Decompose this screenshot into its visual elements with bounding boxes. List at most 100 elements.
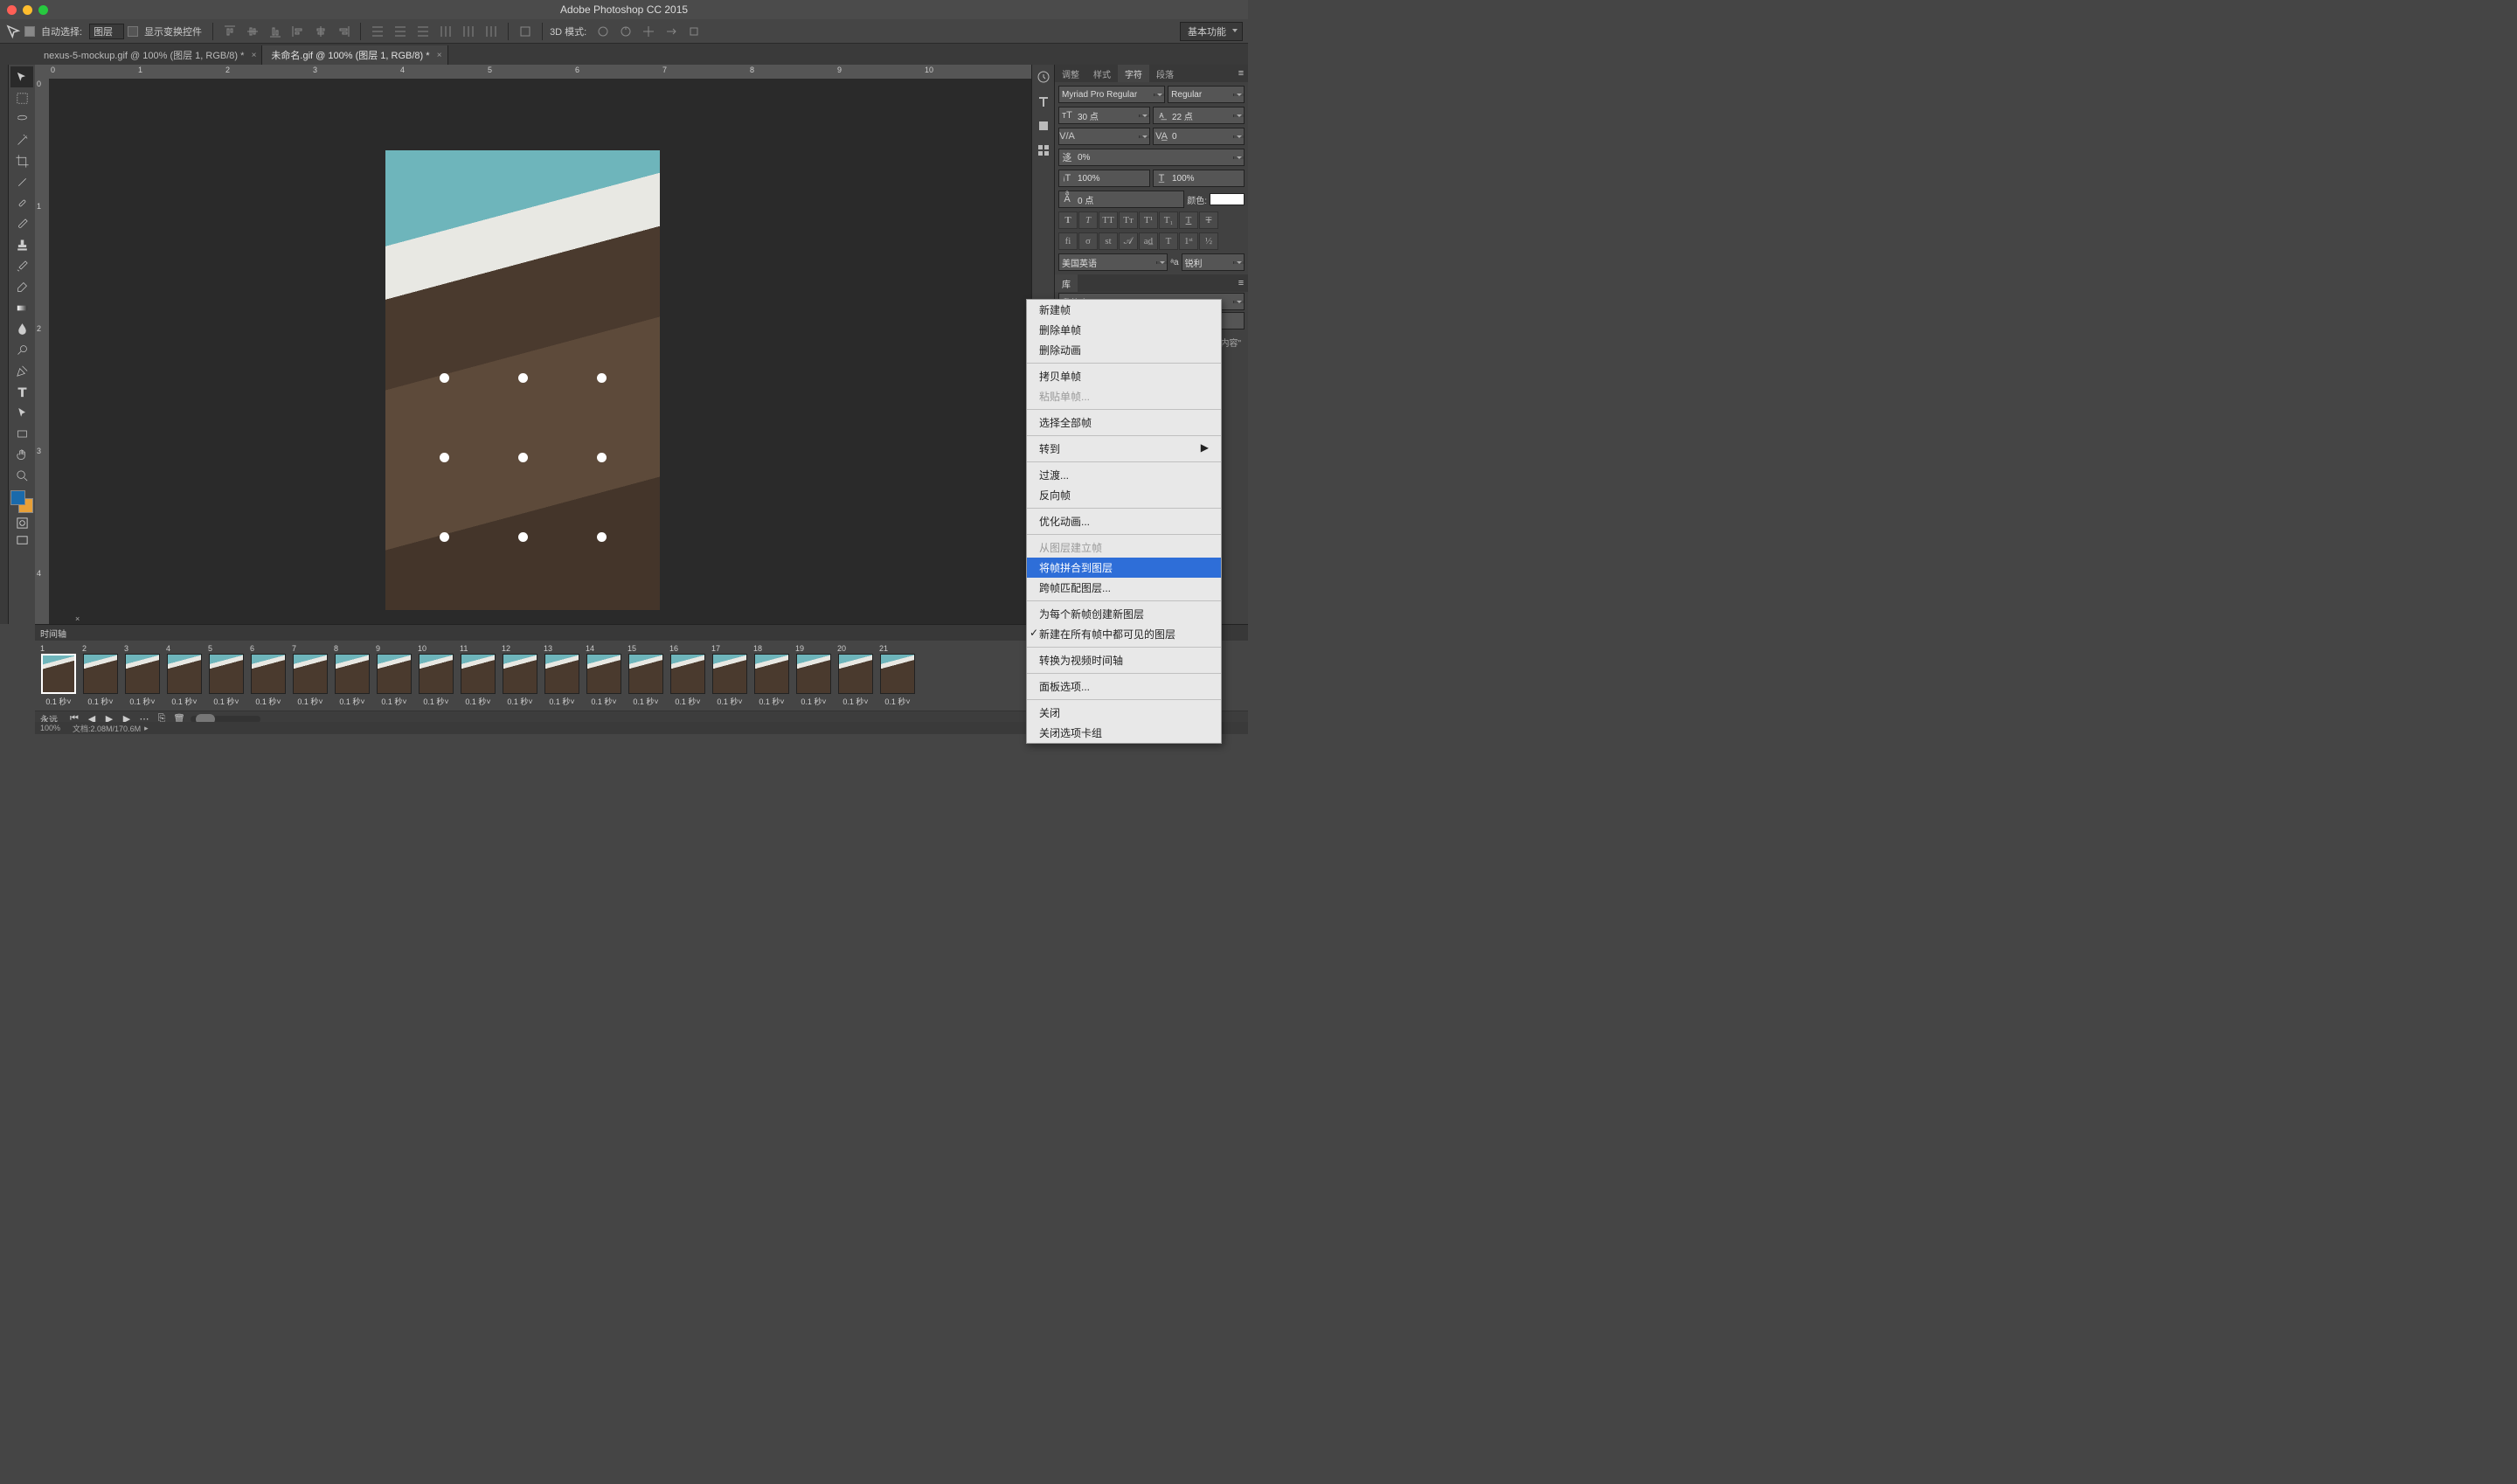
blur-tool[interactable] (10, 318, 33, 339)
text-color-swatch[interactable] (1210, 193, 1245, 205)
timeline-frame[interactable]: 200.1 秒˅ (836, 644, 876, 707)
frame-delay[interactable]: 0.1 秒˅ (591, 696, 616, 707)
ordinals-button[interactable]: ad̲ (1139, 232, 1158, 250)
frame-delay[interactable]: 0.1 秒˅ (801, 696, 826, 707)
crop-tool[interactable] (10, 150, 33, 171)
frame-delay[interactable]: 0.1 秒˅ (465, 696, 490, 707)
horizontal-ruler[interactable]: 012345678910 (49, 65, 1031, 79)
ctx-copy-frame[interactable]: 拷贝单帧 (1027, 366, 1221, 386)
frame-thumb[interactable] (503, 654, 537, 694)
document-tab[interactable]: 未命名.gif @ 100% (图层 1, RGB/8) * × (262, 45, 447, 65)
timeline-frame[interactable]: 70.1 秒˅ (290, 644, 330, 707)
ctx-reverse[interactable]: 反向帧 (1027, 485, 1221, 505)
discretionary-button[interactable]: T (1159, 232, 1178, 250)
eraser-tool[interactable] (10, 276, 33, 297)
frame-thumb[interactable] (377, 654, 412, 694)
timeline-frame[interactable]: 10.1 秒˅ (38, 644, 79, 707)
foreground-swatch[interactable] (10, 490, 25, 505)
frame-delay[interactable]: 0.1 秒˅ (675, 696, 700, 707)
marquee-tool[interactable] (10, 87, 33, 108)
chevron-down-icon[interactable] (1233, 114, 1244, 117)
frame-thumb[interactable] (754, 654, 789, 694)
frame-thumb[interactable] (167, 654, 202, 694)
ctx-goto[interactable]: 转到▶ (1027, 439, 1221, 459)
align-left-icon[interactable] (288, 23, 308, 40)
close-icon[interactable]: × (252, 51, 257, 60)
frame-delay[interactable]: 0.1 秒˅ (339, 696, 364, 707)
ctx-close-group[interactable]: 关闭选项卡组 (1027, 723, 1221, 743)
chevron-down-icon[interactable] (1233, 301, 1244, 303)
frame-delay[interactable]: 0.1 秒˅ (171, 696, 197, 707)
timeline-frame[interactable]: 190.1 秒˅ (794, 644, 834, 707)
ctx-delete-frame[interactable]: 删除单帧 (1027, 320, 1221, 340)
3d-orbit-icon[interactable] (593, 23, 613, 40)
frame-thumb[interactable] (419, 654, 454, 694)
frame-thumb[interactable] (293, 654, 328, 694)
rectangle-tool[interactable] (10, 423, 33, 444)
color-swatches[interactable] (10, 489, 34, 514)
distribute-right-icon[interactable] (482, 23, 501, 40)
vertical-ruler[interactable]: 01234 (35, 79, 49, 624)
hand-tool[interactable] (10, 444, 33, 465)
timeline-tab-label[interactable]: 时间轴 (40, 627, 66, 640)
timeline-frame[interactable]: 80.1 秒˅ (332, 644, 372, 707)
frame-delay[interactable]: 0.1 秒˅ (507, 696, 532, 707)
frame-thumb[interactable] (838, 654, 873, 694)
zoom-tool[interactable] (10, 465, 33, 486)
chevron-down-icon[interactable] (1156, 261, 1167, 264)
titling-button[interactable]: 𝒜 (1119, 232, 1138, 250)
auto-select-checkbox[interactable] (24, 26, 35, 37)
window-close-icon[interactable] (7, 5, 17, 15)
ctx-select-all[interactable]: 选择全部帧 (1027, 413, 1221, 433)
ctx-panel-options[interactable]: 面板选项... (1027, 676, 1221, 697)
stylistic-button[interactable]: st (1099, 232, 1118, 250)
ctx-close[interactable]: 关闭 (1027, 703, 1221, 723)
align-right-icon[interactable] (334, 23, 353, 40)
swash-button[interactable]: σ (1078, 232, 1098, 250)
stamp-tool[interactable] (10, 234, 33, 255)
show-transform-checkbox[interactable] (128, 26, 138, 37)
auto-select-target-dropdown[interactable]: 图层 (89, 24, 124, 39)
timeline-frame[interactable]: 30.1 秒˅ (122, 644, 163, 707)
distribute-vcenter-icon[interactable] (391, 23, 410, 40)
chevron-down-icon[interactable] (1139, 114, 1149, 117)
distribute-bottom-icon[interactable] (413, 23, 433, 40)
frame-delay[interactable]: 0.1 秒˅ (549, 696, 574, 707)
align-hcenter-icon[interactable] (311, 23, 330, 40)
chevron-down-icon[interactable] (1139, 135, 1149, 138)
distribute-left-icon[interactable] (436, 23, 455, 40)
frame-thumb[interactable] (125, 654, 160, 694)
frame-thumb[interactable] (209, 654, 244, 694)
close-icon[interactable]: × (75, 614, 84, 623)
chevron-down-icon[interactable] (1233, 135, 1244, 138)
healing-tool[interactable] (10, 192, 33, 213)
ctx-delete-animation[interactable]: 删除动画 (1027, 340, 1221, 360)
3d-slide-icon[interactable] (662, 23, 681, 40)
timeline-frame[interactable]: 140.1 秒˅ (584, 644, 624, 707)
gradient-tool[interactable] (10, 297, 33, 318)
distribute-hcenter-icon[interactable] (459, 23, 478, 40)
chevron-down-icon[interactable] (1233, 156, 1244, 159)
hscale-field[interactable]: 100% (1169, 174, 1244, 184)
tab-paragraph[interactable]: 段落 (1149, 65, 1181, 82)
panel-menu-icon[interactable]: ≡ (1234, 65, 1248, 82)
timeline-frame[interactable]: 210.1 秒˅ (877, 644, 918, 707)
frame-thumb[interactable] (628, 654, 663, 694)
font-weight-field[interactable]: Regular (1168, 90, 1233, 100)
tab-character[interactable]: 字符 (1118, 65, 1149, 82)
font-family-field[interactable]: Myriad Pro Regular (1059, 90, 1154, 100)
3d-roll-icon[interactable] (616, 23, 635, 40)
ctx-flatten-frames[interactable]: 将帧拼合到图层 (1027, 558, 1221, 578)
timeline-frame[interactable]: 60.1 秒˅ (248, 644, 288, 707)
timeline-frame[interactable]: 100.1 秒˅ (416, 644, 456, 707)
smallcaps-button[interactable]: Tᴛ (1119, 212, 1138, 229)
frame-delay[interactable]: 0.1 秒˅ (255, 696, 281, 707)
frame-delay[interactable]: 0.1 秒˅ (633, 696, 658, 707)
3d-pan-icon[interactable] (639, 23, 658, 40)
leading-field[interactable]: 22 点 (1169, 109, 1233, 122)
frame-thumb[interactable] (712, 654, 747, 694)
language-field[interactable]: 美国英语 (1059, 256, 1156, 269)
chevron-down-icon[interactable] (1233, 94, 1244, 96)
auto-align-icon[interactable] (516, 23, 535, 40)
timeline-frame[interactable]: 40.1 秒˅ (164, 644, 205, 707)
